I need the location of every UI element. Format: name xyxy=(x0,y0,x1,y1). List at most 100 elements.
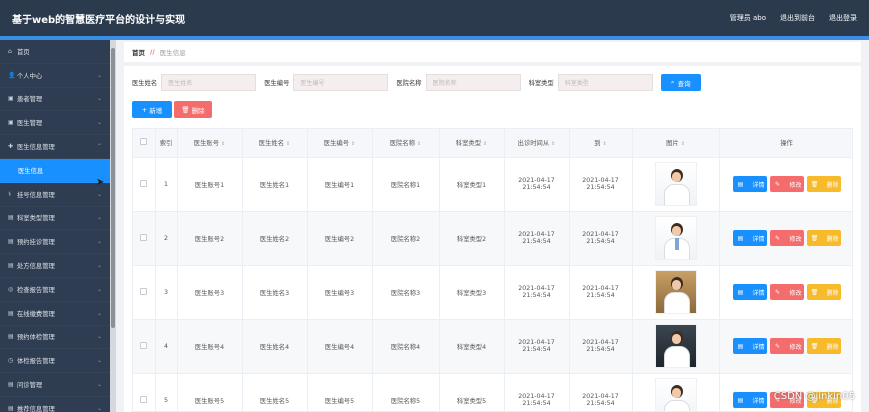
delete-button[interactable]: 🗑 删除 xyxy=(806,230,841,246)
col-name-label: 医生姓名 xyxy=(258,140,284,148)
sidebar-item-recommend[interactable]: ▤ 推荐信息管理 ⌄ xyxy=(0,397,110,412)
detail-button[interactable]: ▤ 详情 xyxy=(732,392,767,408)
sidebar-item-label: 预约体检管理 xyxy=(17,334,55,342)
cell-name: 医生姓名5 xyxy=(242,373,308,411)
sort-icon[interactable]: ⇕ xyxy=(417,141,421,147)
batch-delete-button[interactable]: 🗑 删除 xyxy=(174,101,212,118)
detail-label: 详情 xyxy=(752,289,765,297)
sidebar-item-checkup-booking[interactable]: ▤ 预约体检管理 ⌄ xyxy=(0,326,110,350)
edit-button[interactable]: ✎ 修改 xyxy=(769,230,804,246)
breadcrumb-home[interactable]: 首页 xyxy=(132,47,145,57)
sidebar-item-registration[interactable]: ⚕ 挂号信息管理 ⌄ xyxy=(0,183,110,207)
logout-link[interactable]: 退出登录 xyxy=(829,13,857,23)
detail-button[interactable]: ▤ 详情 xyxy=(732,284,767,300)
cell-name: 医生姓名1 xyxy=(242,157,308,212)
cell-start: 2021-04-17 21:54:54 xyxy=(504,319,570,374)
detail-label: 详情 xyxy=(752,235,765,243)
dept-type-input[interactable]: 科室类型 xyxy=(557,74,653,91)
col-end[interactable]: 到 ⇕ xyxy=(569,129,633,158)
cell-account: 医生账号5 xyxy=(177,373,243,411)
doctor-name-input[interactable]: 医生姓名 xyxy=(161,74,257,91)
row-checkbox[interactable] xyxy=(140,395,148,403)
sidebar-item-prescription[interactable]: ▤ 处方信息管理 ⌄ xyxy=(0,254,110,278)
sort-icon[interactable]: ⇕ xyxy=(221,141,225,147)
sidebar-item-home[interactable]: ⌂ 首页 xyxy=(0,40,110,64)
sort-icon[interactable]: ⇕ xyxy=(483,141,487,147)
chevron-down-icon: ⌄ xyxy=(96,214,102,222)
cell-code: 医生编号4 xyxy=(307,319,373,374)
doctor-code-input[interactable]: 医生编号 xyxy=(293,74,389,91)
sidebar-item-patients[interactable]: ▣ 患者管理 ⌄ xyxy=(0,88,110,112)
consultation-icon: ▤ xyxy=(8,381,14,389)
edit-button[interactable]: ✎ 修改 xyxy=(769,284,804,300)
chevron-down-icon: ⌄ xyxy=(96,190,102,198)
sidebar-item-exam-report[interactable]: ◎ 检查报告管理 ⌄ xyxy=(0,278,110,302)
col-dept[interactable]: 科室类型 ⇕ xyxy=(439,129,505,158)
cell-ops: ▤ 详情 ✎ 修改 🗑 删除 xyxy=(719,319,852,374)
department-icon: ▤ xyxy=(8,214,14,222)
search-filters: 医生姓名 医生姓名 医生编号 医生编号 医院名称 医院名称 科室类型 科室类型 … xyxy=(132,74,701,91)
sidebar-item-personal-center[interactable]: 👤 个人中心 ⌄ xyxy=(0,64,110,88)
hospital-name-label: 医院名称 xyxy=(396,80,422,87)
cell-photo xyxy=(632,373,720,411)
sidebar-item-consultation[interactable]: ▤ 问诊管理 ⌄ xyxy=(0,373,110,397)
breadcrumb: 首页 // 医生信息 xyxy=(124,42,861,62)
back-to-front-link[interactable]: 退出到前台 xyxy=(780,13,815,23)
sidebar-scrollbar[interactable] xyxy=(110,40,116,412)
search-button[interactable]: ⌕ 查询 xyxy=(660,74,701,91)
hospital-name-input[interactable]: 医院名称 xyxy=(425,74,521,91)
row-checkbox[interactable] xyxy=(140,179,148,187)
sidebar-item-dept-type[interactable]: ▤ 科室类型管理 ⌄ xyxy=(0,207,110,231)
row-checkbox[interactable] xyxy=(140,341,148,349)
edit-label: 修改 xyxy=(789,343,802,351)
col-start[interactable]: 出诊时间从 ⇕ xyxy=(504,129,570,158)
edit-button[interactable]: ✎ 修改 xyxy=(769,176,804,192)
col-dept-label: 科室类型 xyxy=(455,140,481,148)
sidebar-item-checkup-report[interactable]: ◷ 体检报告管理 ⌄ xyxy=(0,349,110,373)
cell-end: 2021-04-17 21:54:54 xyxy=(569,373,633,411)
sidebar-item-appointment[interactable]: ▤ 预约挂诊管理 ⌄ xyxy=(0,230,110,254)
col-index: 索引 xyxy=(155,129,178,158)
detail-icon: ▤ xyxy=(737,288,744,296)
cell-index: 5 xyxy=(155,373,178,411)
col-account[interactable]: 医生账号 ⇕ xyxy=(177,129,243,158)
sort-icon[interactable]: ⇕ xyxy=(551,141,555,147)
sort-icon[interactable]: ⇕ xyxy=(603,141,607,147)
col-code[interactable]: 医生编号 ⇕ xyxy=(307,129,373,158)
select-all-checkbox[interactable] xyxy=(140,138,148,146)
sidebar-item-online-payment[interactable]: ▤ 在线缴费管理 ⌄ xyxy=(0,302,110,326)
row-checkbox[interactable] xyxy=(140,287,148,295)
add-button[interactable]: + 新增 xyxy=(132,101,172,118)
detail-button[interactable]: ▤ 详情 xyxy=(732,230,767,246)
sidebar-item-doctors[interactable]: ▣ 医生管理 ⌄ xyxy=(0,111,110,135)
delete-button[interactable]: 🗑 删除 xyxy=(806,338,841,354)
scrollbar-thumb[interactable] xyxy=(111,48,115,328)
chevron-down-icon: ⌄ xyxy=(96,285,102,293)
sort-icon[interactable]: ⇕ xyxy=(286,141,290,147)
watermark: CSDN @jinkin05 xyxy=(773,391,855,402)
edit-button[interactable]: ✎ 修改 xyxy=(769,338,804,354)
trash-icon: 🗑 xyxy=(810,342,819,350)
sidebar-item-doctor-info[interactable]: 医生信息 xyxy=(0,158,110,183)
detail-label: 详情 xyxy=(752,181,765,189)
col-photo[interactable]: 图片 ⇕ xyxy=(632,129,720,158)
col-name[interactable]: 医生姓名 ⇕ xyxy=(242,129,308,158)
cell-name: 医生姓名2 xyxy=(242,211,308,266)
sort-icon[interactable]: ⇕ xyxy=(681,141,685,147)
detail-button[interactable]: ▤ 详情 xyxy=(732,176,767,192)
detail-button[interactable]: ▤ 详情 xyxy=(732,338,767,354)
sidebar-item-label: 检查报告管理 xyxy=(17,286,55,294)
delete-button[interactable]: 🗑 删除 xyxy=(806,284,841,300)
detail-icon: ▤ xyxy=(737,342,744,350)
admin-user-label: 管理员 abo xyxy=(729,14,766,22)
row-select-cell xyxy=(133,373,156,411)
delete-button[interactable]: 🗑 删除 xyxy=(806,176,841,192)
col-hospital[interactable]: 医院名称 ⇕ xyxy=(372,129,440,158)
prescription-icon: ▤ xyxy=(8,262,14,270)
sidebar-item-label: 问诊管理 xyxy=(17,382,43,390)
sort-icon[interactable]: ⇕ xyxy=(351,141,355,147)
row-checkbox[interactable] xyxy=(140,233,148,241)
chevron-down-icon: ⌄ xyxy=(96,381,102,389)
sidebar-item-doctor-info-mgmt[interactable]: ✚ 医生信息管理 ⌃ xyxy=(0,135,110,159)
select-all-cell[interactable] xyxy=(133,129,156,158)
